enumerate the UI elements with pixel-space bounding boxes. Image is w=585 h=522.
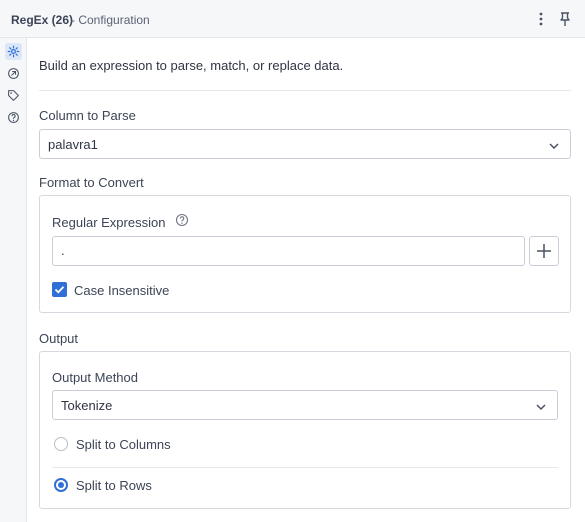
panel-subtitle: - Configuration [71,13,150,27]
pin-icon[interactable] [558,11,572,27]
plus-icon [537,244,551,258]
case-insensitive-label[interactable]: Case Insensitive [74,283,169,298]
chevron-down-icon [548,139,560,151]
output-section-title: Output [39,331,79,346]
help-icon[interactable] [175,213,189,227]
format-section-title: Format to Convert [39,175,144,190]
question-circle-icon[interactable] [5,109,22,126]
option-divider [52,467,558,468]
regex-label: Regular Expression [52,215,166,230]
tag-icon[interactable] [5,87,22,104]
case-insensitive-checkbox[interactable] [52,282,67,297]
panel-header: RegEx (26) - Configuration [0,0,585,38]
split-to-rows-radio[interactable] [54,478,68,492]
split-to-columns-radio[interactable] [54,437,68,451]
gear-icon[interactable] [5,43,22,60]
more-vertical-icon[interactable] [534,11,548,27]
add-token-button[interactable] [529,236,559,266]
regex-value: . [61,243,65,258]
output-method-value: Tokenize [61,398,113,413]
column-to-parse-select[interactable]: palavra1 [39,129,571,159]
output-section-box: Output Method Tokenize Split to Columns … [39,351,571,509]
regex-input[interactable]: . [52,236,525,266]
output-method-select[interactable]: Tokenize [52,390,558,420]
checkmark-icon [54,286,65,294]
output-method-label: Output Method [52,370,138,385]
column-to-parse-value: palavra1 [48,137,98,152]
tool-title: RegEx (26) [11,13,74,27]
configuration-content: Build an expression to parse, match, or … [27,38,585,522]
column-to-parse-label: Column to Parse [39,108,136,123]
chevron-down-icon [535,400,547,412]
divider [39,90,571,91]
side-rail [0,38,27,522]
circle-arrow-icon[interactable] [5,65,22,82]
format-section-box: Regular Expression . Case Insensitive [39,195,571,313]
split-to-rows-label[interactable]: Split to Rows [76,478,152,493]
tool-description: Build an expression to parse, match, or … [39,58,344,73]
split-to-columns-label[interactable]: Split to Columns [76,437,171,452]
